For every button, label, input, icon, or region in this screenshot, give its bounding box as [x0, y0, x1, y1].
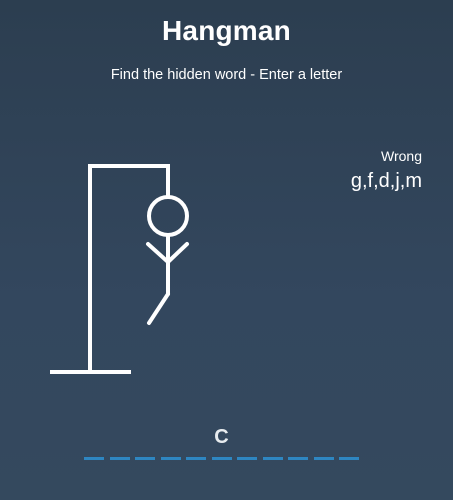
wrong-guesses-letters: g,f,d,j,m [350, 170, 422, 192]
figure-left-arm [146, 242, 170, 264]
slot-dash [237, 457, 257, 460]
letter-slot [109, 425, 130, 463]
wrong-guesses-panel: Wrong g,f,d,j,m [351, 147, 422, 194]
slot-dash [288, 457, 308, 460]
slot-dash [109, 457, 130, 460]
letter-slot: C [211, 425, 232, 463]
slot-dash [135, 457, 155, 460]
letter-slot [186, 425, 206, 463]
figure-left-leg [147, 292, 170, 325]
slot-dash [262, 457, 283, 460]
slot-dash [84, 457, 104, 460]
wrong-guesses-label: Wrong [381, 148, 422, 164]
letter-slot [237, 425, 257, 463]
slot-letter: C [214, 426, 229, 448]
slot-dash [339, 457, 359, 460]
slot-dash [211, 457, 232, 460]
figure-right-arm [166, 242, 189, 264]
gallows [50, 164, 170, 374]
letter-slot [288, 425, 308, 463]
letter-slot [339, 425, 359, 463]
slot-dash [313, 457, 334, 460]
letter-slot [160, 425, 181, 463]
slot-dash [160, 457, 181, 460]
letter-slot [135, 425, 155, 463]
slot-dash [186, 457, 206, 460]
hidden-word: C [84, 425, 365, 463]
letter-slot [262, 425, 283, 463]
letter-slot [84, 425, 104, 463]
letter-slot [313, 425, 334, 463]
figure-head [147, 195, 189, 237]
